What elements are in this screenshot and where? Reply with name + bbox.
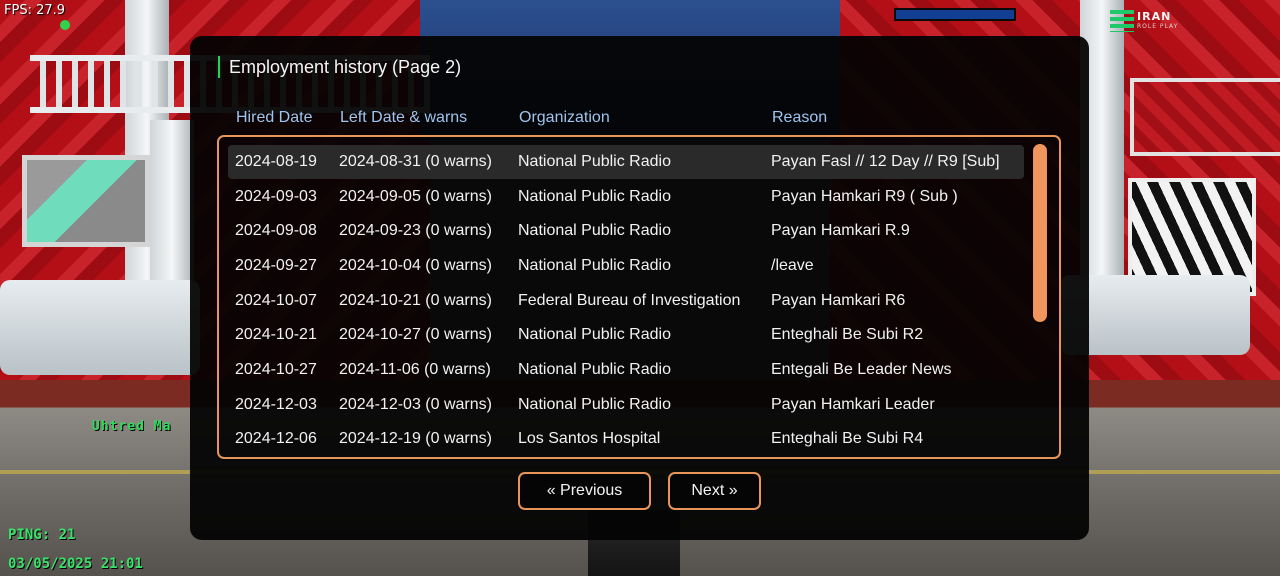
cell-left-date: 2024-10-04 (0 warns) [339, 257, 492, 274]
logo-text: IRAN [1137, 10, 1172, 23]
wall-painting [1130, 78, 1280, 156]
cell-left-date: 2024-08-31 (0 warns) [339, 153, 492, 170]
cell-hired-date: 2024-10-07 [235, 292, 317, 309]
cell-hired-date: 2024-09-27 [235, 257, 317, 274]
cell-hired-date: 2024-10-27 [235, 361, 317, 378]
cell-reason: Payan Hamkari Leader [771, 396, 935, 413]
pillar [150, 120, 194, 290]
cell-organization: National Public Radio [518, 257, 671, 274]
cell-organization: National Public Radio [518, 326, 671, 343]
list-scrollbar[interactable] [1033, 144, 1047, 322]
logo-subtext: ROLE PLAY [1137, 23, 1179, 30]
cell-hired-date: 2024-09-08 [235, 222, 317, 239]
cell-reason: Payan Hamkari R.9 [771, 222, 910, 239]
sofa [0, 280, 200, 375]
column-header-reason: Reason [772, 109, 828, 126]
cell-left-date: 2024-09-05 (0 warns) [339, 188, 492, 205]
table-row[interactable]: 2024-10-07 2024-10-21 (0 warns) Federal … [228, 284, 1024, 318]
cell-left-date: 2024-12-03 (0 warns) [339, 396, 492, 413]
cell-hired-date: 2024-12-06 [235, 430, 317, 447]
player-nametag: Uhtred Ma [92, 419, 172, 434]
cell-hired-date: 2024-12-03 [235, 396, 317, 413]
server-logo: IRAN ROLE PLAY [1110, 8, 1184, 34]
table-row[interactable]: 2024-12-06 2024-12-19 (0 warns) Los Sant… [228, 422, 1024, 456]
cell-left-date: 2024-11-06 (0 warns) [339, 361, 491, 378]
ping-readout: PING: 21 [8, 527, 76, 543]
column-header-left-date: Left Date & warns [340, 109, 468, 126]
column-header-hired-date: Hired Date [236, 109, 313, 126]
cell-left-date: 2024-09-23 (0 warns) [339, 222, 492, 239]
fps-counter: FPS: 27.9 [4, 3, 66, 18]
cell-reason: Payan Fasl // 12 Day // R9 [Sub] [771, 153, 1000, 170]
cell-organization: Los Santos Hospital [518, 430, 661, 447]
cell-left-date: 2024-10-27 (0 warns) [339, 326, 492, 343]
cell-organization: National Public Radio [518, 222, 671, 239]
cell-organization: National Public Radio [518, 361, 671, 378]
status-dot-icon [60, 20, 70, 30]
health-bar [894, 8, 1016, 21]
table-row[interactable]: 2024-09-03 2024-09-05 (0 warns) National… [228, 180, 1024, 214]
table-row[interactable]: 2024-10-21 2024-10-27 (0 warns) National… [228, 318, 1024, 352]
next-page-button[interactable]: Next » [668, 472, 761, 510]
employment-list[interactable]: 2024-08-19 2024-08-31 (0 warns) National… [217, 135, 1061, 459]
table-row[interactable]: 2024-09-27 2024-10-04 (0 warns) National… [228, 249, 1024, 283]
table-row[interactable]: 2024-08-19 2024-08-31 (0 warns) National… [228, 145, 1024, 179]
previous-page-button[interactable]: « Previous [518, 472, 651, 510]
cell-reason: Payan Hamkari R6 [771, 292, 906, 309]
table-row[interactable]: 2024-10-27 2024-11-06 (0 warns) National… [228, 353, 1024, 387]
cell-organization: National Public Radio [518, 396, 671, 413]
cell-reason: /leave [771, 257, 814, 274]
datetime-readout: 03/05/2025 21:01 [8, 556, 143, 572]
cell-organization: National Public Radio [518, 188, 671, 205]
table-row[interactable]: 2024-12-03 2024-12-03 (0 warns) National… [228, 388, 1024, 422]
cell-hired-date: 2024-10-21 [235, 326, 317, 343]
column-header-organization: Organization [519, 109, 610, 126]
dialog-title: Employment history (Page 2) [218, 56, 461, 78]
logo-stripes-icon [1110, 10, 1134, 32]
table-row[interactable]: 2024-09-08 2024-09-23 (0 warns) National… [228, 214, 1024, 248]
cell-reason: Payan Hamkari R9 ( Sub ) [771, 188, 958, 205]
cell-reason: Enteghali Be Subi R2 [771, 326, 924, 343]
cell-left-date: 2024-10-21 (0 warns) [339, 292, 492, 309]
cell-organization: Federal Bureau of Investigation [518, 292, 741, 309]
cell-hired-date: 2024-09-03 [235, 188, 317, 205]
cell-reason: Entegali Be Leader News [771, 361, 952, 378]
employment-history-dialog: Employment history (Page 2) Hired Date L… [190, 36, 1089, 540]
cell-reason: Enteghali Be Subi R4 [771, 430, 924, 447]
wall-painting [22, 155, 150, 247]
cell-organization: National Public Radio [518, 153, 671, 170]
cell-hired-date: 2024-08-19 [235, 153, 317, 170]
cell-left-date: 2024-12-19 (0 warns) [339, 430, 492, 447]
